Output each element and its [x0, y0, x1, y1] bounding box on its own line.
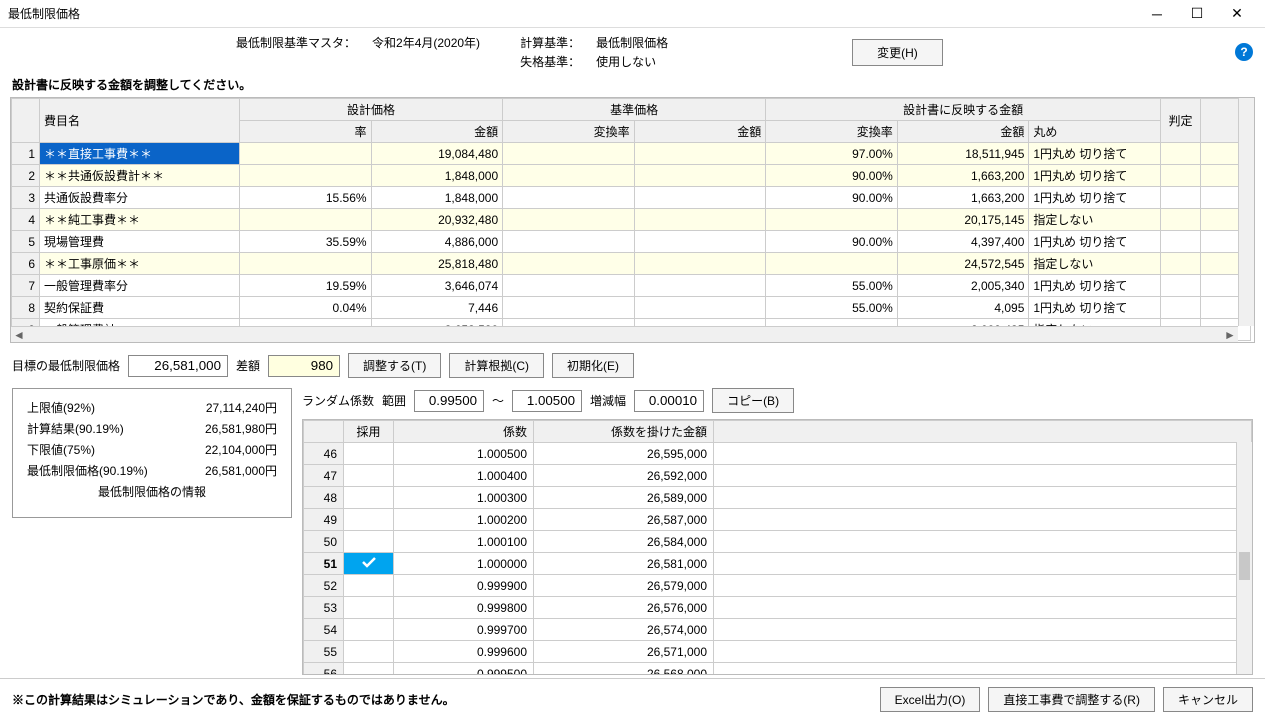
- table-row[interactable]: 6＊＊工事原価＊＊25,818,48024,572,545指定しない: [12, 253, 1251, 275]
- cancel-button[interactable]: キャンセル: [1163, 687, 1253, 712]
- table-row[interactable]: 540.99970026,574,000: [304, 619, 1252, 641]
- footer-note: ※この計算結果はシミュレーションであり、金額を保証するものではありません。: [12, 691, 872, 708]
- min-label: 最低制限価格(90.19%): [27, 462, 148, 479]
- table-row[interactable]: 481.00030026,589,000: [304, 487, 1252, 509]
- excel-button[interactable]: Excel出力(O): [880, 687, 981, 712]
- step-input[interactable]: [634, 390, 704, 412]
- col-base-price[interactable]: 基準価格: [503, 99, 766, 121]
- table-row[interactable]: 7一般管理費率分19.59%3,646,07455.00%2,005,3401円…: [12, 275, 1251, 297]
- range-label: 範囲: [382, 392, 406, 409]
- fail-basis-value: 使用しない: [596, 53, 656, 70]
- adopt-cell[interactable]: [344, 509, 394, 531]
- table-row[interactable]: 1＊＊直接工事費＊＊19,084,48097.00%18,511,9451円丸め…: [12, 143, 1251, 165]
- min-value: 26,581,000円: [205, 462, 277, 479]
- basis-button[interactable]: 計算根拠(C): [449, 353, 544, 378]
- titlebar: 最低制限価格 ─ ☐ ✕: [0, 0, 1265, 28]
- scroll-right-icon[interactable]: ►: [1222, 328, 1238, 342]
- col-adopt[interactable]: 採用: [344, 421, 394, 443]
- col-design-price[interactable]: 設計価格: [240, 99, 503, 121]
- adopt-cell[interactable]: [344, 443, 394, 465]
- info-caption: 最低制限価格の情報: [27, 483, 277, 500]
- col-reflect-amount[interactable]: 金額: [897, 121, 1029, 143]
- target-label: 目標の最低制限価格: [12, 357, 120, 374]
- table-row[interactable]: 5現場管理費35.59%4,886,00090.00%4,397,4001円丸め…: [12, 231, 1251, 253]
- master-value: 令和2年4月(2020年): [372, 34, 480, 70]
- copy-button[interactable]: コピー(B): [712, 388, 794, 413]
- col-round[interactable]: 丸め: [1029, 121, 1161, 143]
- help-icon[interactable]: ?: [1235, 43, 1253, 61]
- table-row[interactable]: 491.00020026,587,000: [304, 509, 1252, 531]
- master-label: 最低制限基準マスタ：: [236, 34, 356, 70]
- adopt-cell[interactable]: [344, 487, 394, 509]
- close-button[interactable]: ✕: [1217, 0, 1257, 28]
- table-row[interactable]: 550.99960026,571,000: [304, 641, 1252, 663]
- table-row[interactable]: 2＊＊共通仮設費計＊＊1,848,00090.00%1,663,2001円丸め …: [12, 165, 1251, 187]
- col-reflect-price[interactable]: 設計書に反映する金額: [766, 99, 1161, 121]
- table-row[interactable]: 461.00050026,595,000: [304, 443, 1252, 465]
- table-row[interactable]: 511.00000026,581,000: [304, 553, 1252, 575]
- step-label: 増減幅: [590, 392, 626, 409]
- calc-basis-value: 最低制限価格: [596, 34, 668, 51]
- calc-basis-label: 計算基準：: [520, 34, 580, 51]
- upper-value: 27,114,240円: [206, 399, 277, 416]
- change-button[interactable]: 変更(H): [852, 39, 943, 66]
- instruction-text: 設計書に反映する金額を調整してください。: [0, 76, 1265, 97]
- coef-grid[interactable]: 採用 係数 係数を掛けた金額 461.00050026,595,000471.0…: [302, 419, 1253, 675]
- adopt-cell[interactable]: [344, 465, 394, 487]
- table-row[interactable]: 3 共通仮設費率分15.56%1,848,00090.00%1,663,2001…: [12, 187, 1251, 209]
- target-input[interactable]: [128, 355, 228, 377]
- table-row[interactable]: 4＊＊純工事費＊＊20,932,48020,175,145指定しない: [12, 209, 1251, 231]
- col-base-amount[interactable]: 金額: [634, 121, 766, 143]
- maximize-button[interactable]: ☐: [1177, 0, 1217, 28]
- col-item-name[interactable]: 費目名: [40, 99, 240, 143]
- col-judge[interactable]: 判定: [1161, 99, 1201, 143]
- adopt-cell[interactable]: [344, 641, 394, 663]
- grid-vscroll[interactable]: [1238, 98, 1254, 326]
- init-button[interactable]: 初期化(E): [552, 353, 634, 378]
- table-row[interactable]: 8契約保証費0.04%7,44655.00%4,0951円丸め 切り捨て: [12, 297, 1251, 319]
- diff-label: 差額: [236, 357, 260, 374]
- result-value: 26,581,980円: [205, 420, 277, 437]
- col-coef-amount[interactable]: 係数を掛けた金額: [534, 421, 714, 443]
- col-coef[interactable]: 係数: [394, 421, 534, 443]
- adopt-cell[interactable]: [344, 575, 394, 597]
- adjust-button[interactable]: 調整する(T): [348, 353, 441, 378]
- grid-hscroll[interactable]: ◄ ►: [11, 326, 1238, 342]
- main-grid[interactable]: 費目名 設計価格 基準価格 設計書に反映する金額 判定 率 金額 変換率 金額 …: [10, 97, 1255, 343]
- adopt-cell[interactable]: [344, 597, 394, 619]
- table-row[interactable]: 530.99980026,576,000: [304, 597, 1252, 619]
- upper-label: 上限値(92%): [27, 399, 95, 416]
- range-from-input[interactable]: [414, 390, 484, 412]
- window-title: 最低制限価格: [8, 5, 1137, 22]
- header-area: 最低制限基準マスタ： 令和2年4月(2020年) 計算基準： 最低制限価格 失格…: [0, 28, 1265, 76]
- table-row[interactable]: 501.00010026,584,000: [304, 531, 1252, 553]
- random-label: ランダム係数: [302, 392, 374, 409]
- random-controls: ランダム係数 範囲 ～ 増減幅 コピー(B): [302, 388, 1253, 413]
- col-amount[interactable]: 金額: [371, 121, 503, 143]
- col-conv-rate[interactable]: 変換率: [503, 121, 635, 143]
- adopt-cell[interactable]: [344, 531, 394, 553]
- diff-input[interactable]: [268, 355, 340, 377]
- lower-label: 下限値(75%): [27, 441, 95, 458]
- col-conv-rate2[interactable]: 変換率: [766, 121, 898, 143]
- lower-value: 22,104,000円: [205, 441, 277, 458]
- table-row[interactable]: 560.99950026,568,000: [304, 663, 1252, 676]
- col-rate[interactable]: 率: [240, 121, 372, 143]
- result-label: 計算結果(90.19%): [27, 420, 124, 437]
- table-row[interactable]: 520.99990026,579,000: [304, 575, 1252, 597]
- scroll-left-icon[interactable]: ◄: [11, 328, 27, 342]
- fail-basis-label: 失格基準：: [520, 53, 580, 70]
- adopt-cell[interactable]: [344, 619, 394, 641]
- footer: ※この計算結果はシミュレーションであり、金額を保証するものではありません。 Ex…: [0, 678, 1265, 720]
- minimize-button[interactable]: ─: [1137, 0, 1177, 28]
- range-to-input[interactable]: [512, 390, 582, 412]
- coef-vscroll[interactable]: [1236, 442, 1252, 674]
- range-sep: ～: [492, 392, 504, 409]
- table-row[interactable]: 471.00040026,592,000: [304, 465, 1252, 487]
- adopt-cell[interactable]: [344, 553, 394, 575]
- adopt-cell[interactable]: [344, 663, 394, 676]
- info-box: 上限値(92%) 27,114,240円 計算結果(90.19%) 26,581,9…: [12, 388, 292, 518]
- adjust-row: 目標の最低制限価格 差額 調整する(T) 計算根拠(C) 初期化(E): [0, 343, 1265, 388]
- direct-adjust-button[interactable]: 直接工事費で調整する(R): [988, 687, 1155, 712]
